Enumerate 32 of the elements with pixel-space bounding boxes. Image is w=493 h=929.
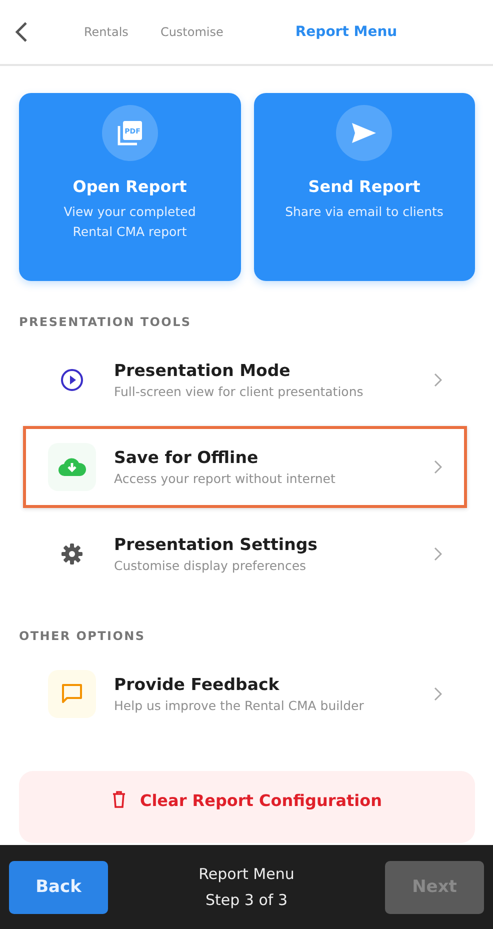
item-title: Presentation Settings bbox=[114, 535, 318, 554]
tab[interactable]: Rentals bbox=[68, 25, 144, 39]
item-subtitle: Full-screen view for client presentations bbox=[114, 384, 364, 399]
section-heading: PRESENTATION TOOLS bbox=[19, 315, 192, 329]
footer-title: Report Menu bbox=[198, 865, 294, 883]
send-icon bbox=[351, 122, 378, 144]
menu-item[interactable]: Provide Feedback Help us improve the Rental CMA builder bbox=[23, 653, 467, 735]
chat-icon bbox=[61, 683, 83, 705]
trash-icon bbox=[112, 791, 126, 808]
item-subtitle: Access your report without internet bbox=[114, 471, 336, 486]
back-button[interactable]: Back bbox=[9, 860, 108, 914]
item-title: Save for Offline bbox=[114, 448, 260, 467]
item-title: Presentation Mode bbox=[114, 361, 292, 380]
chevron-icon bbox=[434, 687, 442, 701]
chevron-icon bbox=[434, 547, 442, 561]
section-heading: OTHER OPTIONS bbox=[19, 629, 146, 643]
action-card[interactable]: Send Report Share via email to clients bbox=[254, 93, 475, 281]
chevron-icon bbox=[434, 460, 442, 474]
menu-item[interactable]: Presentation Mode Full-screen view for client presentations bbox=[23, 339, 467, 421]
chevron-icon bbox=[434, 373, 442, 387]
item-subtitle: Customise display preferences bbox=[114, 558, 308, 573]
tab[interactable]: Report Menu bbox=[279, 24, 414, 40]
item-title: Provide Feedback bbox=[114, 675, 280, 694]
back-icon[interactable] bbox=[14, 21, 28, 43]
menu-item[interactable]: Presentation Settings Customise display preferences bbox=[23, 513, 467, 595]
step-indicator: Step 3 of 3 bbox=[205, 891, 288, 909]
play-icon bbox=[60, 368, 84, 392]
item-subtitle: Help us improve the Rental CMA builder bbox=[114, 698, 365, 713]
menu-item[interactable]: Save for Offline Access your report without internet bbox=[23, 426, 467, 508]
cloud-download-icon bbox=[58, 457, 86, 477]
tab[interactable]: Customise bbox=[144, 25, 240, 39]
clear-button[interactable]: Clear Report Configuration bbox=[19, 771, 475, 843]
